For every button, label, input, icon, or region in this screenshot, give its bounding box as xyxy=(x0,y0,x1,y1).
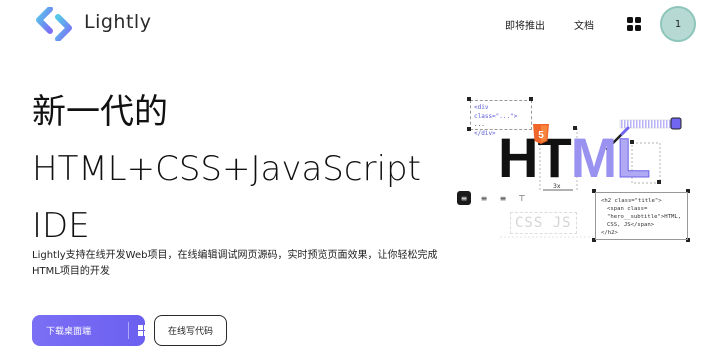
code-line: </h2> xyxy=(601,230,618,236)
download-desktop-button[interactable]: 下载桌面端 ▼ xyxy=(32,315,159,346)
align-justify-icon[interactable]: ≡ xyxy=(496,191,510,205)
hero-title: 新一代的 HTML+CSS+JavaScript IDE xyxy=(32,84,421,255)
windows-icon[interactable] xyxy=(138,325,149,336)
dimension-label: 3x xyxy=(553,183,561,190)
apps-grid-icon[interactable] xyxy=(627,17,641,31)
lightly-logo-icon[interactable] xyxy=(36,7,76,41)
code-line: <div class="..."> xyxy=(474,104,518,120)
letter-m: M xyxy=(570,126,618,189)
code-line: "hero__subtitle">HTML, xyxy=(607,214,682,220)
nav-link-upcoming[interactable]: 即将推出 xyxy=(505,17,545,32)
top-nav-bar: Lightly 即将推出 文档 1 xyxy=(0,0,720,48)
html5-badge-text: 5 xyxy=(538,130,544,141)
html5-icon: 5 xyxy=(533,124,549,144)
hero-subtitle: Lightly支持在线开发Web项目，在线编辑调试网页源码，实时预览页面效果，让… xyxy=(32,250,438,277)
button-divider xyxy=(128,322,129,339)
code-snippet-h2: <h2 class="title"> <span class= "hero__s… xyxy=(595,192,688,240)
letter-l: L xyxy=(616,126,651,189)
faded-css-js-text: CSS JS xyxy=(510,212,577,234)
html-big-text: HTML xyxy=(498,126,651,189)
strikethrough-icon[interactable]: ⊤ xyxy=(515,191,529,205)
code-line: CSS, JS</span> xyxy=(607,222,655,228)
code-line: <h2 class="title"> xyxy=(601,198,662,204)
align-left-icon[interactable]: ≡ xyxy=(457,191,471,205)
text-align-toolbar: ≡ ≡ ≡ ⊤ xyxy=(455,191,533,206)
align-center-icon[interactable]: ≡ xyxy=(477,191,491,205)
nav-link-docs[interactable]: 文档 xyxy=(574,17,594,32)
user-avatar[interactable]: 1 xyxy=(660,6,696,42)
hero-title-line-3: IDE xyxy=(32,206,90,246)
hero-title-line-2: HTML+CSS+JavaScript xyxy=(32,149,421,189)
download-button-label: 下载桌面端 xyxy=(46,327,92,337)
code-online-button[interactable]: 在线写代码 xyxy=(154,315,227,346)
code-line: <span class= xyxy=(607,206,648,212)
brand-name[interactable]: Lightly xyxy=(84,11,151,33)
hero-title-line-1: 新一代的 xyxy=(32,92,168,132)
